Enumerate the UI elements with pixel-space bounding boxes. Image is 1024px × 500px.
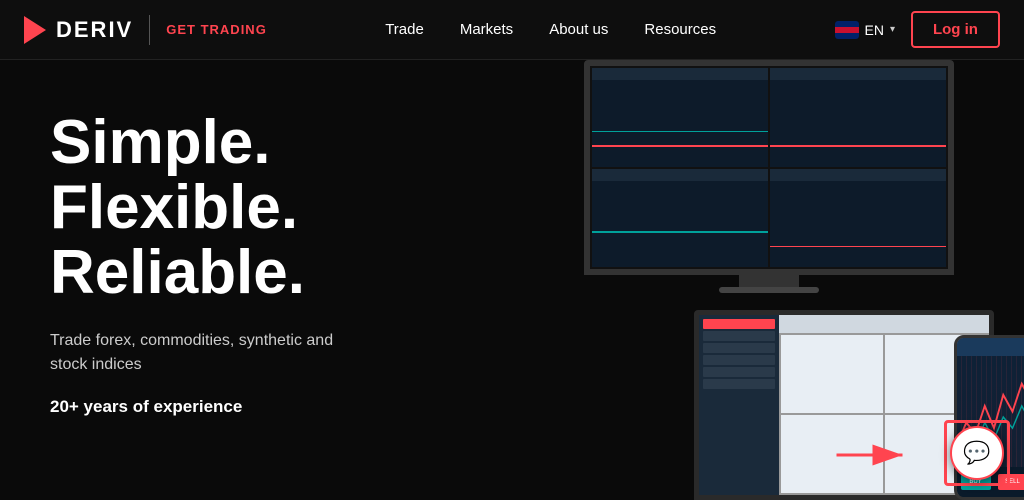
laptop-topbar <box>779 315 989 333</box>
headline-line1: Simple. <box>50 110 370 175</box>
nav-item-resources[interactable]: Resources <box>644 21 716 38</box>
login-button[interactable]: Log in <box>911 11 1000 48</box>
sidebar-row-5 <box>703 379 775 389</box>
chart-panel-2 <box>770 68 946 167</box>
logo[interactable]: DERIV <box>24 16 133 44</box>
monitor-screen <box>584 60 954 275</box>
monitor-base <box>719 287 819 293</box>
monitor-device <box>584 60 954 300</box>
hero-section: Simple. Flexible. Reliable. Trade forex,… <box>0 60 1024 500</box>
uk-flag-icon <box>835 21 859 39</box>
monitor-chart <box>590 66 948 269</box>
chat-icon: 💬 <box>963 440 990 466</box>
hero-subtitle: Trade forex, commodities, synthetic and … <box>50 329 350 377</box>
hero-devices: BUY SELL <box>414 60 1024 500</box>
phone-sell-button[interactable]: SELL <box>998 474 1024 490</box>
language-selector[interactable]: EN ▾ <box>835 21 895 39</box>
laptop-sidebar <box>699 315 779 495</box>
laptop-pane-1 <box>781 335 883 413</box>
sidebar-row-2 <box>703 343 775 353</box>
headline-line3: Reliable. <box>50 240 370 305</box>
nav-item-about[interactable]: About us <box>549 21 608 38</box>
arrow-icon <box>834 440 914 470</box>
chart-panel-3 <box>592 169 768 268</box>
laptop-screen <box>694 310 994 500</box>
sidebar-rows <box>699 315 779 393</box>
header-right: EN ▾ Log in <box>835 11 1000 48</box>
sidebar-row-active <box>703 319 775 329</box>
sidebar-row-4 <box>703 367 775 377</box>
header-left: DERIV GET TRADING <box>24 15 267 45</box>
main-nav: Trade Markets About us Resources <box>385 21 716 38</box>
chevron-down-icon: ▾ <box>890 24 895 35</box>
header: DERIV GET TRADING Trade Markets About us… <box>0 0 1024 60</box>
arrow-container <box>834 440 914 470</box>
laptop-device <box>694 310 994 500</box>
hero-headline: Simple. Flexible. Reliable. <box>50 110 370 305</box>
nav-item-markets[interactable]: Markets <box>460 21 513 38</box>
nav-item-trade[interactable]: Trade <box>385 21 424 38</box>
sidebar-row-1 <box>703 331 775 341</box>
logo-text: DERIV <box>56 17 133 43</box>
sidebar-row-3 <box>703 355 775 365</box>
headline-line2: Flexible. <box>50 175 370 240</box>
chat-button[interactable]: 💬 <box>950 426 1004 480</box>
hero-experience: 20+ years of experience <box>50 397 370 417</box>
chart-panel-4 <box>770 169 946 268</box>
logo-divider <box>149 15 150 45</box>
lang-label: EN <box>865 22 884 38</box>
hero-content: Simple. Flexible. Reliable. Trade forex,… <box>0 60 420 500</box>
phone-header <box>957 338 1024 356</box>
chart-panel-1 <box>592 68 768 167</box>
get-trading-label[interactable]: GET TRADING <box>166 22 267 37</box>
logo-chevron-icon <box>24 16 46 44</box>
monitor-stand <box>739 275 799 287</box>
